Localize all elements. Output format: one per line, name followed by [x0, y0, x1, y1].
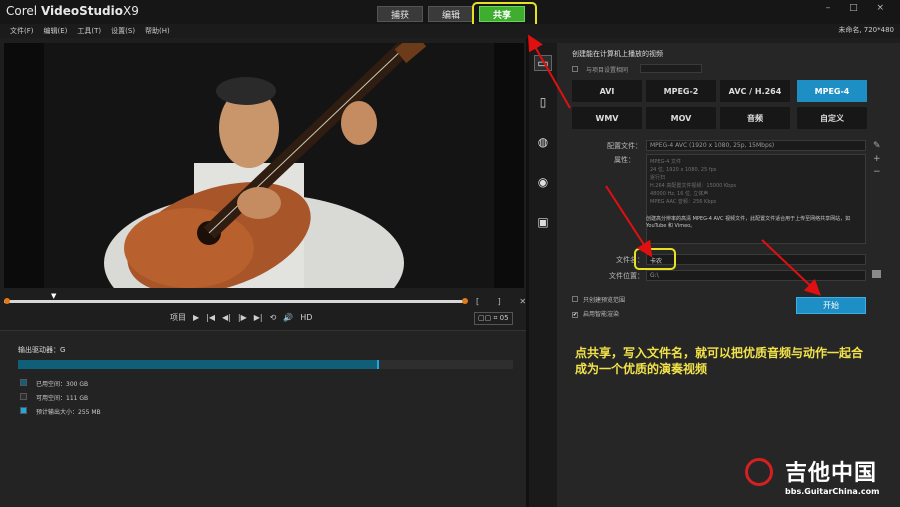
annotation-arrows [528, 34, 821, 296]
arrow-to-start [761, 239, 821, 296]
arrow-to-share-tab [528, 34, 571, 109]
annotation-caption: 点共享，写入文件名，就可以把优质音频与动作一起合成为一个优质的演奏视频 [575, 346, 864, 376]
arrow-to-filename [605, 185, 653, 258]
watermark-main: 吉他中国 [785, 461, 878, 486]
watermark: 吉他中国 bbs.GuitarChina.com [785, 455, 879, 496]
guitarchina-logo-icon [745, 458, 773, 486]
watermark-sub: bbs.GuitarChina.com [785, 487, 880, 496]
